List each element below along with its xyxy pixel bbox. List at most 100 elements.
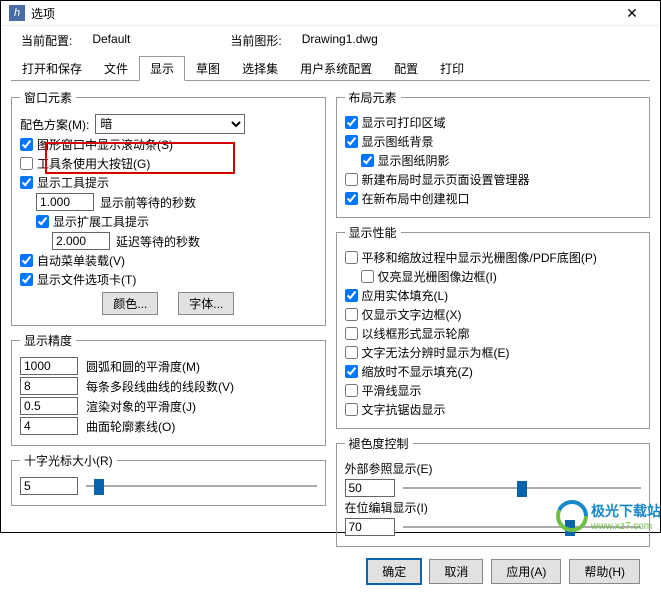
group-fade-control: 褪色度控制 外部参照显示(E) 在位编辑显示(I) <box>336 435 651 547</box>
cb-pan-zoom-raster[interactable] <box>345 251 358 264</box>
group-display-perf: 显示性能 平移和缩放过程中显示光栅图像/PDF底图(P) 仅亮显光栅图像边框(I… <box>336 224 651 429</box>
tab-open-save[interactable]: 打开和保存 <box>11 56 93 81</box>
btn-fonts[interactable]: 字体... <box>178 292 234 315</box>
tab-user-prefs[interactable]: 用户系统配置 <box>289 56 383 81</box>
window-title: 选项 <box>31 5 612 22</box>
cb-antialias-text[interactable] <box>345 403 358 416</box>
legend-layout-elements: 布局元素 <box>345 89 401 106</box>
tab-profiles[interactable]: 配置 <box>383 56 429 81</box>
input-render-smooth[interactable] <box>20 397 78 415</box>
lbl-ext-tooltips: 显示扩展工具提示 <box>53 213 149 230</box>
cb-ext-tooltips[interactable] <box>36 215 49 228</box>
lbl-show-file-tabs: 显示文件选项卡(T) <box>37 271 136 288</box>
btn-colors[interactable]: 颜色... <box>102 292 158 315</box>
left-column: 窗口元素 配色方案(M): 暗 图形窗口中显示滚动条(S) 工具条使用大按钮(G… <box>11 89 326 553</box>
lbl-create-viewport: 在新布局中创建视口 <box>362 190 470 207</box>
slider-crosshair-thumb[interactable] <box>94 479 104 495</box>
lbl-render-smooth: 渲染对象的平滑度(J) <box>86 398 196 415</box>
group-window-elements: 窗口元素 配色方案(M): 暗 图形窗口中显示滚动条(S) 工具条使用大按钮(G… <box>11 89 326 326</box>
slider-inplace-thumb[interactable] <box>565 520 575 536</box>
dialog-footer: 确定 取消 应用(A) 帮助(H) <box>11 553 650 588</box>
slider-inplace-fade[interactable] <box>403 518 642 536</box>
cb-auto-menu-load[interactable] <box>20 254 33 267</box>
lbl-ext-tooltip-delay: 延迟等待的秒数 <box>116 233 200 250</box>
slider-xref-thumb[interactable] <box>517 481 527 497</box>
cb-show-file-tabs[interactable] <box>20 273 33 286</box>
legend-fade-control: 褪色度控制 <box>345 435 413 452</box>
lbl-arc-smooth: 圆弧和圆的平滑度(M) <box>86 358 200 375</box>
right-column: 布局元素 显示可打印区域 显示图纸背景 显示图纸阴影 新建布局时显示页面设置管理… <box>336 89 651 553</box>
input-crosshair-size[interactable] <box>20 477 78 495</box>
cb-large-buttons[interactable] <box>20 157 33 170</box>
tab-display[interactable]: 显示 <box>139 56 185 81</box>
content: 当前配置: Default 当前图形: Drawing1.dwg 打开和保存 文… <box>1 26 660 596</box>
current-drawing-value: Drawing1.dwg <box>302 32 378 49</box>
cb-text-frame-only[interactable] <box>345 308 358 321</box>
input-ext-tooltip-delay[interactable] <box>52 232 110 250</box>
tab-files[interactable]: 文件 <box>93 56 139 81</box>
slider-crosshair[interactable] <box>86 477 317 495</box>
input-surface-contour[interactable] <box>20 417 78 435</box>
lbl-auto-menu-load: 自动菜单装载(V) <box>37 252 125 269</box>
apply-button[interactable]: 应用(A) <box>491 559 561 584</box>
lbl-dashed-unresolved: 文字无法分辨时显示为框(E) <box>362 344 510 361</box>
options-dialog: h 选项 ✕ 当前配置: Default 当前图形: Drawing1.dwg … <box>0 0 661 533</box>
lbl-wireframe-silhouette: 以线框形式显示轮廓 <box>362 325 470 342</box>
color-scheme-select[interactable]: 暗 <box>95 114 245 134</box>
tab-panel-display: 窗口元素 配色方案(M): 暗 图形窗口中显示滚动条(S) 工具条使用大按钮(G… <box>11 81 650 553</box>
lbl-tooltip-seconds: 显示前等待的秒数 <box>100 194 196 211</box>
lbl-page-setup-mgr: 新建布局时显示页面设置管理器 <box>362 171 530 188</box>
input-arc-smooth[interactable] <box>20 357 78 375</box>
color-scheme-label: 配色方案(M): <box>20 116 89 133</box>
header-row: 当前配置: Default 当前图形: Drawing1.dwg <box>11 28 650 53</box>
lbl-tooltips: 显示工具提示 <box>37 174 109 191</box>
tab-drafting[interactable]: 草图 <box>185 56 231 81</box>
current-config-label: 当前配置: <box>21 32 72 49</box>
cb-paper-shadow[interactable] <box>361 154 374 167</box>
lbl-smooth-line: 平滑线显示 <box>362 382 422 399</box>
ok-button[interactable]: 确定 <box>367 559 421 584</box>
lbl-surface-contour: 曲面轮廓素线(O) <box>86 418 175 435</box>
cancel-button[interactable]: 取消 <box>429 559 483 584</box>
input-tooltip-seconds[interactable] <box>36 193 94 211</box>
lbl-paper-bg: 显示图纸背景 <box>362 133 434 150</box>
cb-smooth-line[interactable] <box>345 384 358 397</box>
cb-highlight-raster-only[interactable] <box>361 270 374 283</box>
cb-solid-fill[interactable] <box>345 289 358 302</box>
lbl-text-frame-only: 仅显示文字边框(X) <box>362 306 462 323</box>
cb-tooltips[interactable] <box>20 176 33 189</box>
slider-xref-fade[interactable] <box>403 479 642 497</box>
legend-display-perf: 显示性能 <box>345 224 401 241</box>
cb-wireframe-silhouette[interactable] <box>345 327 358 340</box>
group-display-precision: 显示精度 圆弧和圆的平滑度(M) 每条多段线曲线的线段数(V) 渲染对象的平滑度… <box>11 332 326 446</box>
input-polyline-segs[interactable] <box>20 377 78 395</box>
close-button[interactable]: ✕ <box>612 1 652 25</box>
legend-crosshair: 十字光标大小(R) <box>20 452 117 469</box>
lbl-pan-zoom-raster: 平移和缩放过程中显示光栅图像/PDF底图(P) <box>362 249 597 266</box>
tab-print[interactable]: 打印 <box>429 56 475 81</box>
lbl-print-area: 显示可打印区域 <box>362 114 446 131</box>
input-xref-fade[interactable] <box>345 479 395 497</box>
legend-window-elements: 窗口元素 <box>20 89 76 106</box>
cb-no-fill-on-zoom[interactable] <box>345 365 358 378</box>
lbl-highlight-raster-only: 仅亮显光栅图像边框(I) <box>378 268 497 285</box>
input-inplace-fade[interactable] <box>345 518 395 536</box>
cb-create-viewport[interactable] <box>345 192 358 205</box>
lbl-antialias-text: 文字抗锯齿显示 <box>362 401 446 418</box>
current-drawing-label: 当前图形: <box>230 32 281 49</box>
tab-selection[interactable]: 选择集 <box>231 56 289 81</box>
lbl-solid-fill: 应用实体填充(L) <box>362 287 449 304</box>
cb-print-area[interactable] <box>345 116 358 129</box>
group-crosshair: 十字光标大小(R) <box>11 452 326 506</box>
lbl-scrollbar: 图形窗口中显示滚动条(S) <box>37 136 173 153</box>
lbl-polyline-segs: 每条多段线曲线的线段数(V) <box>86 378 234 395</box>
lbl-inplace-fade: 在位编辑显示(I) <box>345 499 428 516</box>
group-layout-elements: 布局元素 显示可打印区域 显示图纸背景 显示图纸阴影 新建布局时显示页面设置管理… <box>336 89 651 218</box>
legend-display-precision: 显示精度 <box>20 332 76 349</box>
cb-dashed-unresolved[interactable] <box>345 346 358 359</box>
cb-scrollbar[interactable] <box>20 138 33 151</box>
help-button[interactable]: 帮助(H) <box>569 559 640 584</box>
cb-page-setup-mgr[interactable] <box>345 173 358 186</box>
cb-paper-bg[interactable] <box>345 135 358 148</box>
current-config-value: Default <box>92 32 130 49</box>
